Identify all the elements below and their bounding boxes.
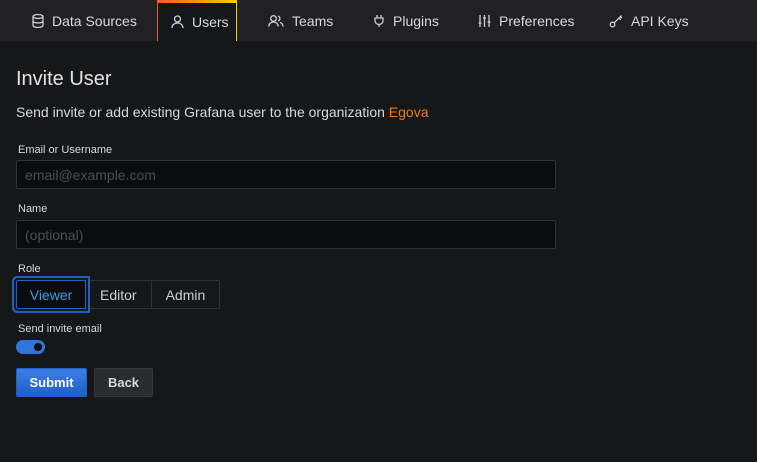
toggle-knob xyxy=(34,343,42,351)
page-title: Invite User xyxy=(16,68,112,90)
tab-users[interactable]: Users xyxy=(157,0,237,41)
tab-teams[interactable]: Teams xyxy=(268,0,333,41)
role-option-admin[interactable]: Admin xyxy=(150,280,221,309)
tab-data-sources[interactable]: Data Sources xyxy=(32,0,137,41)
send-invite-toggle[interactable] xyxy=(16,340,45,354)
role-radio-group: Viewer Editor Admin xyxy=(16,280,221,309)
tab-bar: Data Sources Users Teams Plugins Prefere… xyxy=(0,0,757,41)
back-button[interactable]: Back xyxy=(94,368,153,397)
key-icon xyxy=(609,14,623,28)
database-icon xyxy=(32,13,44,28)
tab-plugins[interactable]: Plugins xyxy=(373,0,439,41)
plug-icon xyxy=(373,14,385,28)
role-option-viewer[interactable]: Viewer xyxy=(16,280,86,309)
user-icon xyxy=(171,15,184,29)
subtitle-text: Send invite or add existing Grafana user… xyxy=(16,104,389,120)
name-label: Name xyxy=(18,203,48,215)
tab-plugins-label: Plugins xyxy=(393,12,439,29)
send-invite-label: Send invite email xyxy=(18,323,102,335)
sliders-icon xyxy=(478,14,491,28)
organization-name: Egova xyxy=(388,104,429,120)
tab-users-label: Users xyxy=(192,14,229,30)
role-label: Role xyxy=(18,263,41,275)
tab-preferences[interactable]: Preferences xyxy=(478,0,574,41)
email-field[interactable] xyxy=(16,160,556,189)
tab-preferences-label: Preferences xyxy=(499,12,575,29)
tab-teams-label: Teams xyxy=(292,12,334,29)
email-label: Email or Username xyxy=(18,144,113,156)
submit-button[interactable]: Submit xyxy=(16,368,87,397)
page-subtitle: Send invite or add existing Grafana user… xyxy=(16,104,429,120)
users-icon xyxy=(268,14,284,28)
tab-api-keys[interactable]: API Keys xyxy=(609,0,689,41)
name-field[interactable] xyxy=(16,220,556,249)
tab-api-keys-label: API Keys xyxy=(631,12,689,29)
role-option-editor[interactable]: Editor xyxy=(85,280,152,309)
tab-data-sources-label: Data Sources xyxy=(52,12,137,29)
